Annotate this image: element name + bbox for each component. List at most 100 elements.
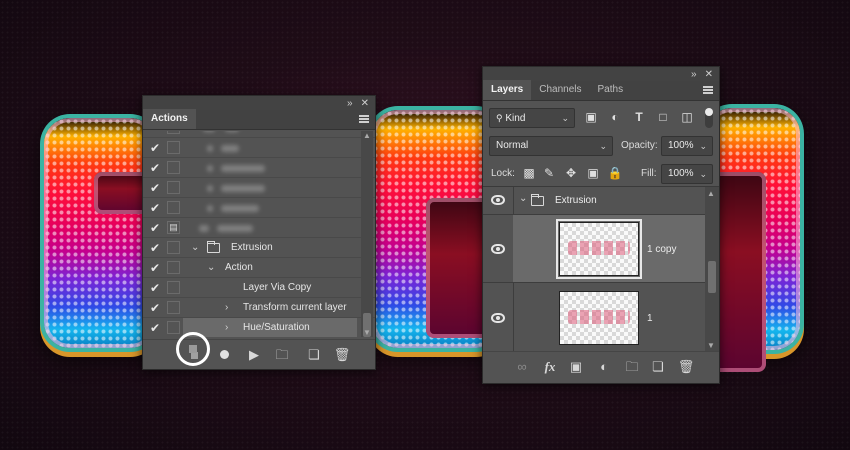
action-row[interactable]: ✔ xyxy=(143,131,375,138)
fx-icon[interactable]: fx xyxy=(541,358,559,376)
scroll-up-icon[interactable]: ▲ xyxy=(361,131,373,140)
dialog-toggle[interactable] xyxy=(167,281,180,294)
fill-value: 100% xyxy=(668,168,694,179)
dialog-toggle[interactable] xyxy=(167,261,180,274)
chevron-down-icon[interactable]: ⌄ xyxy=(191,238,199,258)
group-folder-icon[interactable]: 🗀 xyxy=(623,358,641,376)
dialog-toggle[interactable] xyxy=(167,241,180,254)
group-name: Extrusion xyxy=(555,195,597,206)
layer-thumbnail xyxy=(559,291,639,345)
new-layer-icon[interactable]: ❏ xyxy=(649,358,667,376)
chevron-down-icon[interactable]: ⌄ xyxy=(207,258,215,278)
lock-row: Lock: ▩ ✎ ✥ ▣ 🔒 Fill: 100% ⌄ xyxy=(483,160,719,188)
tab-layers[interactable]: Layers xyxy=(483,80,532,100)
layer-group-row[interactable]: ⌄ Extrusion xyxy=(483,187,705,215)
chevron-down-icon: ⌄ xyxy=(561,113,569,123)
tab-actions[interactable]: Actions xyxy=(143,109,196,129)
opacity-field[interactable]: 100% ⌄ xyxy=(661,136,713,156)
action-row-extrusion-set[interactable]: ✔ ⌄ Extrusion xyxy=(143,238,375,258)
collapse-icon[interactable]: » xyxy=(347,98,353,109)
filter-kind-select[interactable]: ⚲ Kind ⌄ xyxy=(489,108,575,128)
action-row[interactable]: ✔ xyxy=(143,198,375,218)
check-icon[interactable]: ✔ xyxy=(147,219,163,237)
layer-thumbnail xyxy=(556,219,642,279)
step-label: Hue/Saturation xyxy=(243,322,310,333)
action-row-action[interactable]: ✔ ⌄ Action xyxy=(143,258,375,278)
visibility-eye-icon[interactable] xyxy=(491,313,505,323)
visibility-eye-icon[interactable] xyxy=(491,244,505,254)
lock-pixels-icon[interactable]: ▩ xyxy=(521,165,537,181)
filter-row: ⚲ Kind ⌄ ▣ ◐ T □ ◫ xyxy=(483,104,719,132)
tab-paths[interactable]: Paths xyxy=(590,80,632,100)
action-row[interactable]: ✔ xyxy=(143,178,375,198)
scroll-down-icon[interactable]: ▼ xyxy=(707,341,715,350)
scroll-down-icon[interactable]: ▼ xyxy=(361,328,373,337)
collapse-icon[interactable]: » xyxy=(691,69,697,80)
check-icon[interactable]: ✔ xyxy=(147,159,163,177)
close-icon[interactable]: ✕ xyxy=(361,98,369,109)
lock-all-icon[interactable]: 🔒 xyxy=(607,165,623,181)
chevron-down-icon[interactable]: ⌄ xyxy=(519,193,527,204)
check-icon[interactable]: ✔ xyxy=(147,299,163,317)
check-icon[interactable]: ✔ xyxy=(147,239,163,257)
link-icon[interactable]: ∞ xyxy=(513,358,531,376)
check-icon[interactable]: ✔ xyxy=(147,319,163,337)
dialog-toggle[interactable] xyxy=(167,181,180,194)
lock-artboard-icon[interactable]: ▣ xyxy=(585,165,601,181)
smart-object-filter-icon[interactable]: ◫ xyxy=(679,109,695,125)
dialog-toggle[interactable] xyxy=(167,141,180,154)
dialog-toggle[interactable] xyxy=(167,321,180,334)
new-action-icon[interactable]: ❏ xyxy=(305,346,323,364)
layer-row[interactable]: 1 xyxy=(483,283,705,352)
action-row[interactable]: ✔ xyxy=(143,158,375,178)
blend-mode-select[interactable]: Normal ⌄ xyxy=(489,136,613,156)
artwork-letter-left xyxy=(44,118,164,348)
scroll-thumb[interactable] xyxy=(708,261,716,293)
check-icon[interactable]: ✔ xyxy=(147,139,163,157)
shape-filter-icon[interactable]: □ xyxy=(655,109,671,125)
tab-channels[interactable]: Channels xyxy=(531,80,589,100)
visibility-eye-icon[interactable] xyxy=(491,195,505,205)
action-row-step[interactable]: ✔ › Transform current layer xyxy=(143,298,375,318)
lock-position-icon[interactable]: ✥ xyxy=(563,165,579,181)
actions-scrollbar[interactable]: ▲ ▼ xyxy=(361,131,373,337)
lock-image-icon[interactable]: ✎ xyxy=(541,165,557,181)
adjustment-filter-icon[interactable]: ◐ xyxy=(607,109,623,125)
check-icon[interactable]: ✔ xyxy=(147,199,163,217)
close-icon[interactable]: ✕ xyxy=(705,69,713,80)
stop-button-highlight-ring xyxy=(176,332,210,366)
trash-icon[interactable]: 🗑 xyxy=(333,346,351,364)
action-row[interactable]: ✔ ▤ xyxy=(143,218,375,238)
dialog-toggle[interactable] xyxy=(167,161,180,174)
chevron-right-icon[interactable]: › xyxy=(225,298,228,318)
check-icon[interactable]: ✔ xyxy=(147,279,163,297)
trash-icon[interactable]: 🗑 xyxy=(677,358,695,376)
check-icon[interactable]: ✔ xyxy=(147,131,163,137)
adjustment-icon[interactable]: ◐ xyxy=(595,358,613,376)
folder-icon[interactable]: 🗀 xyxy=(273,346,291,364)
action-row[interactable]: ✔ xyxy=(143,138,375,158)
record-icon[interactable] xyxy=(215,346,233,364)
fill-field[interactable]: 100% ⌄ xyxy=(661,164,713,184)
image-filter-icon[interactable]: ▣ xyxy=(583,109,599,125)
layer-row-selected[interactable]: 1 copy xyxy=(483,215,705,283)
dialog-toggle[interactable] xyxy=(167,201,180,214)
panel-menu-icon[interactable] xyxy=(703,86,713,94)
filter-toggle[interactable] xyxy=(705,108,713,128)
action-row-step[interactable]: ✔ Layer Via Copy xyxy=(143,278,375,298)
type-filter-icon[interactable]: T xyxy=(631,109,647,125)
blend-row: Normal ⌄ Opacity: 100% ⌄ xyxy=(483,132,719,160)
check-icon[interactable]: ✔ xyxy=(147,179,163,197)
divider xyxy=(513,187,514,214)
dialog-toggle[interactable]: ▤ xyxy=(167,221,180,234)
panel-menu-icon[interactable] xyxy=(359,115,369,123)
mask-icon[interactable]: ▣ xyxy=(567,358,585,376)
dialog-toggle[interactable] xyxy=(167,301,180,314)
play-icon[interactable]: ▶ xyxy=(245,346,263,364)
dialog-toggle[interactable] xyxy=(167,131,180,134)
layers-scrollbar[interactable]: ▲ ▼ xyxy=(705,187,719,352)
check-icon[interactable]: ✔ xyxy=(147,259,163,277)
chevron-right-icon[interactable]: › xyxy=(225,318,228,337)
action-row-step-selected[interactable]: ✔ › Hue/Saturation xyxy=(143,318,375,337)
scroll-up-icon[interactable]: ▲ xyxy=(707,189,715,198)
